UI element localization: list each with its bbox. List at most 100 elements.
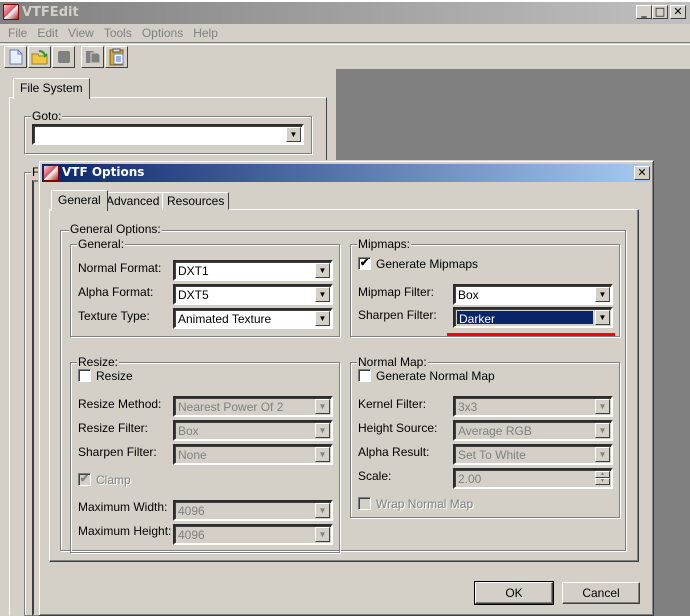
chevron-down-icon[interactable]: ▼ xyxy=(595,399,610,414)
resize-method-label: Resize Method: xyxy=(78,397,162,411)
main-window-title: VTFEdit xyxy=(22,5,79,20)
normal-format-label: Normal Format: xyxy=(78,261,162,275)
ok-button[interactable]: OK xyxy=(474,581,554,605)
chevron-down-icon[interactable]: ▼ xyxy=(595,447,610,462)
normal-format-select[interactable]: DXT1 ▼ xyxy=(173,260,333,281)
alpha-format-value: DXT5 xyxy=(178,288,209,302)
max-width-value: 4096 xyxy=(178,504,205,518)
chevron-down-icon[interactable]: ▼ xyxy=(595,287,610,302)
resize-sharpen-select[interactable]: None ▼ xyxy=(173,444,333,465)
mipmap-filter-select[interactable]: Box ▼ xyxy=(453,284,613,305)
generate-normal-map-checkbox[interactable] xyxy=(358,369,371,382)
clamp-checkbox[interactable]: ✔ xyxy=(78,473,91,486)
menu-edit[interactable]: Edit xyxy=(32,25,63,41)
normal-format-value: DXT1 xyxy=(178,264,209,278)
menu-options[interactable]: Options xyxy=(137,25,188,41)
resize-sharpen-label: Sharpen Filter: xyxy=(78,445,157,459)
max-height-select[interactable]: 4096 ▼ xyxy=(173,524,333,545)
copy-button[interactable] xyxy=(81,46,104,68)
maximize-button[interactable]: □ xyxy=(652,5,668,19)
scale-value: 2.00 xyxy=(458,472,482,486)
dialog-title: VTF Options xyxy=(62,165,145,179)
scale-spinner[interactable]: 2.00 ▲ ▼ xyxy=(453,468,613,489)
texture-type-select[interactable]: Animated Texture ▼ xyxy=(173,308,333,329)
menu-bar: File Edit View Tools Options Help xyxy=(0,24,690,43)
general-group-label: General: xyxy=(77,237,126,251)
resize-checkbox-label[interactable]: Resize xyxy=(96,369,133,383)
chevron-down-icon[interactable]: ▼ xyxy=(315,423,330,438)
chevron-down-icon[interactable]: ▼ xyxy=(315,447,330,462)
max-width-label: Maximum Width: xyxy=(78,500,168,514)
sharpen-filter-select[interactable]: Darker ▼ xyxy=(453,307,613,328)
spin-up-icon[interactable]: ▲ xyxy=(595,471,610,478)
alpha-result-label: Alpha Result: xyxy=(358,445,430,459)
menu-tools[interactable]: Tools xyxy=(99,25,137,41)
spin-down-icon[interactable]: ▼ xyxy=(595,478,610,485)
alpha-format-select[interactable]: DXT5 ▼ xyxy=(173,284,333,305)
resize-method-select[interactable]: Nearest Power Of 2 ▼ xyxy=(173,396,333,417)
kernel-filter-select[interactable]: 3x3 ▼ xyxy=(453,396,613,417)
chevron-down-icon[interactable]: ▼ xyxy=(286,127,301,142)
chevron-down-icon[interactable]: ▼ xyxy=(595,423,610,438)
minimize-button[interactable]: _ xyxy=(636,5,652,19)
alpha-format-label: Alpha Format: xyxy=(78,285,154,299)
mipmap-filter-label: Mipmap Filter: xyxy=(358,285,435,299)
alpha-result-value: Set To White xyxy=(458,448,526,462)
tab-resources[interactable]: Resources xyxy=(162,192,230,210)
wrap-normal-map-checkbox[interactable] xyxy=(358,497,371,510)
resize-sharpen-value: None xyxy=(178,448,207,462)
sharpen-filter-value: Darker xyxy=(457,311,593,326)
generate-mipmaps-checkbox[interactable]: ✔ xyxy=(358,257,371,270)
menu-help[interactable]: Help xyxy=(188,25,223,41)
resize-filter-value: Box xyxy=(178,424,199,438)
app-icon xyxy=(3,4,19,20)
goto-label: Goto: xyxy=(31,109,63,123)
tab-advanced[interactable]: Advanced xyxy=(101,192,165,210)
generate-normal-map-label[interactable]: Generate Normal Map xyxy=(376,369,495,383)
chevron-down-icon[interactable]: ▼ xyxy=(315,263,330,278)
height-source-value: Average RGB xyxy=(458,424,532,438)
chevron-down-icon[interactable]: ▼ xyxy=(315,399,330,414)
generate-mipmaps-label[interactable]: Generate Mipmaps xyxy=(376,257,478,271)
tab-file-system[interactable]: File System xyxy=(13,78,90,99)
paste-icon xyxy=(109,48,123,66)
scale-label: Scale: xyxy=(358,469,392,483)
clamp-label[interactable]: Clamp xyxy=(96,473,131,487)
max-width-select[interactable]: 4096 ▼ xyxy=(173,500,333,521)
resize-filter-select[interactable]: Box ▼ xyxy=(173,420,333,441)
chevron-down-icon[interactable]: ▼ xyxy=(315,311,330,326)
chevron-down-icon[interactable]: ▼ xyxy=(315,287,330,302)
chevron-down-icon[interactable]: ▼ xyxy=(315,503,330,518)
new-button[interactable] xyxy=(4,46,27,68)
close-button[interactable]: ✕ xyxy=(670,5,686,19)
chevron-down-icon[interactable]: ▼ xyxy=(595,310,610,325)
resize-checkbox[interactable] xyxy=(78,369,91,382)
kernel-filter-label: Kernel Filter: xyxy=(358,397,427,411)
vtf-options-dialog: VTF Options ✕ General Advanced Resources… xyxy=(38,160,654,616)
wrap-normal-map-label[interactable]: Wrap Normal Map xyxy=(376,497,473,511)
mipmap-filter-value: Box xyxy=(458,288,479,302)
cancel-button[interactable]: Cancel xyxy=(562,582,640,604)
save-button[interactable] xyxy=(52,46,75,68)
tab-general[interactable]: General xyxy=(51,190,108,211)
goto-combo[interactable]: ▼ xyxy=(32,124,304,145)
resize-group-label: Resize: xyxy=(77,355,120,369)
spinner-buttons[interactable]: ▲ ▼ xyxy=(595,471,610,486)
copy-icon xyxy=(85,51,100,64)
new-icon xyxy=(9,49,22,65)
highlight-underline xyxy=(447,333,615,336)
kernel-filter-value: 3x3 xyxy=(458,400,478,414)
dialog-close-button[interactable]: ✕ xyxy=(634,166,650,180)
texture-type-label: Texture Type: xyxy=(78,309,150,323)
alpha-result-select[interactable]: Set To White ▼ xyxy=(453,444,613,465)
toolbar xyxy=(0,44,690,68)
menu-file[interactable]: File xyxy=(3,25,32,41)
open-button[interactable] xyxy=(28,46,51,68)
height-source-select[interactable]: Average RGB ▼ xyxy=(453,420,613,441)
chevron-down-icon[interactable]: ▼ xyxy=(315,527,330,542)
save-icon xyxy=(57,51,70,63)
dialog-title-bar[interactable]: VTF Options ✕ xyxy=(42,164,650,182)
menu-view[interactable]: View xyxy=(63,25,99,41)
main-title-bar[interactable]: VTFEdit _ □ ✕ xyxy=(0,0,690,24)
paste-button[interactable] xyxy=(105,46,128,68)
